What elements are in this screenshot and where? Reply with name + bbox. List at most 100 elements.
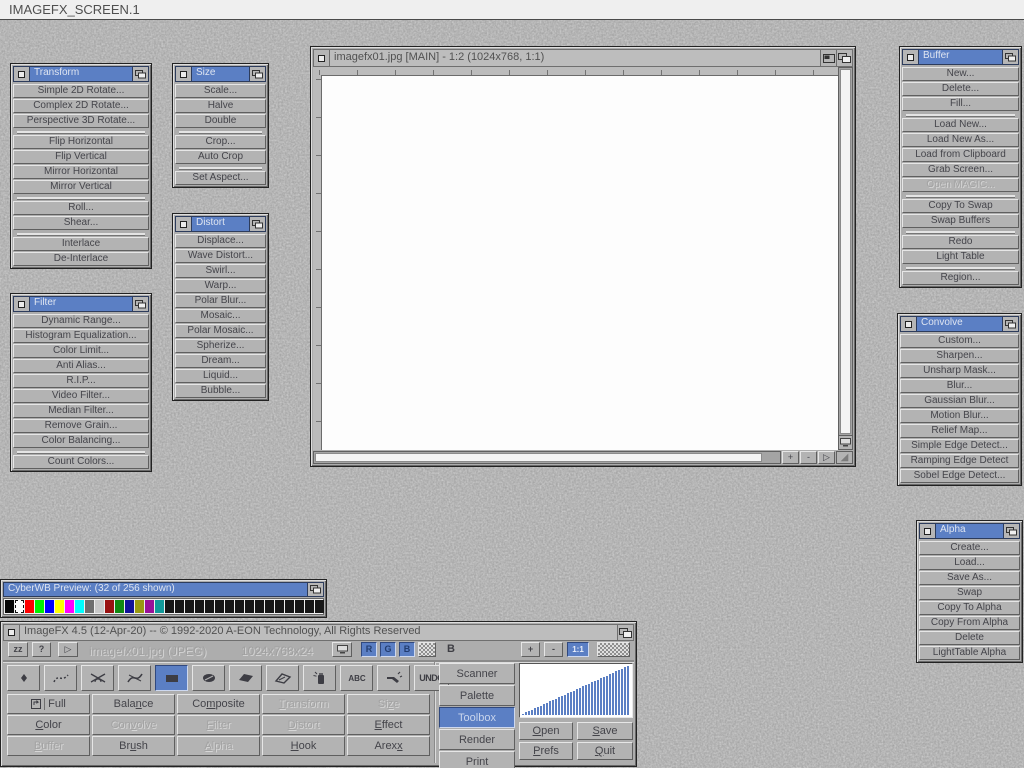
scale-button[interactable]: Scale... bbox=[175, 84, 266, 98]
color-swatch[interactable] bbox=[115, 600, 124, 613]
color-swatch[interactable] bbox=[185, 600, 194, 613]
color-swatch[interactable] bbox=[35, 600, 44, 613]
screen-mode-icon[interactable] bbox=[838, 435, 853, 450]
color-balancing-button[interactable]: Color Balancing... bbox=[13, 434, 149, 448]
sleep-button[interactable]: zz bbox=[8, 642, 28, 657]
depth-gadget-icon[interactable] bbox=[1002, 317, 1018, 331]
copy-to-alpha-button[interactable]: Copy To Alpha bbox=[919, 601, 1020, 615]
depth-gadget-icon[interactable] bbox=[1002, 50, 1018, 64]
wave-distort-button[interactable]: Wave Distort... bbox=[175, 249, 266, 263]
help-button[interactable]: ? bbox=[32, 642, 51, 657]
bubble-button[interactable]: Bubble... bbox=[175, 384, 266, 398]
text-tool-button[interactable]: ABC bbox=[340, 665, 373, 691]
polygon-tool-button[interactable] bbox=[229, 665, 262, 691]
flip-vertical-button[interactable]: Flip Vertical bbox=[13, 150, 149, 164]
close-icon[interactable] bbox=[176, 67, 192, 81]
color-swatch[interactable] bbox=[265, 600, 274, 613]
mosaic-button[interactable]: Mosaic... bbox=[175, 309, 266, 323]
color-swatch[interactable] bbox=[135, 600, 144, 613]
close-icon[interactable] bbox=[920, 524, 936, 538]
transform-titlebar[interactable]: Transform bbox=[13, 66, 149, 82]
zoom-out-button[interactable]: - bbox=[800, 451, 817, 464]
sharpen-button[interactable]: Sharpen... bbox=[900, 349, 1019, 363]
load-new-button[interactable]: Load New... bbox=[902, 118, 1019, 132]
line-tool-button[interactable] bbox=[81, 665, 114, 691]
gradient-ramp[interactable] bbox=[519, 663, 633, 718]
color-swatch[interactable] bbox=[315, 600, 324, 613]
color-swatch[interactable] bbox=[85, 600, 94, 613]
green-channel-toggle[interactable]: G bbox=[380, 642, 396, 657]
alpha-titlebar[interactable]: Alpha bbox=[919, 523, 1020, 539]
flip-horizontal-button[interactable]: Flip Horizontal bbox=[13, 135, 149, 149]
depth-gadget-icon[interactable] bbox=[617, 625, 633, 640]
freehand-tool-button[interactable] bbox=[44, 665, 77, 691]
palette-button[interactable]: Palette bbox=[439, 685, 515, 706]
dream-button[interactable]: Dream... bbox=[175, 354, 266, 368]
color-swatch[interactable] bbox=[245, 600, 254, 613]
close-icon[interactable] bbox=[176, 217, 192, 231]
sobel-edge-detect-button[interactable]: Sobel Edge Detect... bbox=[900, 469, 1019, 483]
de-interlace-button[interactable]: De-Interlace bbox=[13, 252, 149, 266]
effect-button[interactable]: Effect bbox=[347, 715, 430, 735]
mirror-horizontal-button[interactable]: Mirror Horizontal bbox=[13, 165, 149, 179]
polar-blur-button[interactable]: Polar Blur... bbox=[175, 294, 266, 308]
color-swatch[interactable] bbox=[215, 600, 224, 613]
color-swatch[interactable] bbox=[175, 600, 184, 613]
displace-button[interactable]: Displace... bbox=[175, 234, 266, 248]
close-icon[interactable] bbox=[14, 67, 30, 81]
color-swatch[interactable] bbox=[95, 600, 104, 613]
color-swatch[interactable] bbox=[295, 600, 304, 613]
zoom-in-button[interactable]: + bbox=[521, 642, 540, 657]
buffer-titlebar[interactable]: Buffer bbox=[902, 49, 1019, 65]
histogram-equalization-button[interactable]: Histogram Equalization... bbox=[13, 329, 149, 343]
render-button[interactable]: Render bbox=[439, 729, 515, 750]
balance-button[interactable]: Balance bbox=[92, 694, 175, 714]
color-swatch[interactable] bbox=[75, 600, 84, 613]
hook-button[interactable]: Hook bbox=[262, 736, 345, 756]
copy-from-alpha-button[interactable]: Copy From Alpha bbox=[919, 616, 1020, 630]
color-swatch[interactable] bbox=[105, 600, 114, 613]
blur-button[interactable]: Blur... bbox=[900, 379, 1019, 393]
color-swatch[interactable] bbox=[65, 600, 74, 613]
color-swatch[interactable] bbox=[165, 600, 174, 613]
depth-gadget-icon[interactable] bbox=[132, 297, 148, 311]
image-window-titlebar[interactable]: imagefx01.jpg [MAIN] - 1:2 (1024x768, 1:… bbox=[313, 49, 853, 67]
color-swatch[interactable] bbox=[145, 600, 154, 613]
horizontal-scroll-thumb[interactable] bbox=[315, 453, 762, 462]
fill-button[interactable]: Fill... bbox=[902, 97, 1019, 111]
stencil-pattern-button[interactable] bbox=[597, 642, 630, 657]
dither-toggle[interactable] bbox=[418, 642, 436, 657]
delete-button[interactable]: Delete... bbox=[902, 82, 1019, 96]
open-button[interactable]: Open bbox=[519, 722, 573, 740]
convolve-titlebar[interactable]: Convolve bbox=[900, 316, 1019, 332]
prefs-button[interactable]: Prefs bbox=[519, 742, 573, 760]
liquid-button[interactable]: Liquid... bbox=[175, 369, 266, 383]
count-colors-button[interactable]: Count Colors... bbox=[13, 455, 149, 469]
color-swatch[interactable] bbox=[235, 600, 244, 613]
red-channel-toggle[interactable]: R bbox=[361, 642, 377, 657]
color-limit-button[interactable]: Color Limit... bbox=[13, 344, 149, 358]
blue-channel-toggle[interactable]: B bbox=[399, 642, 415, 657]
filter-titlebar[interactable]: Filter bbox=[13, 296, 149, 312]
video-filter-button[interactable]: Video Filter... bbox=[13, 389, 149, 403]
spherize-button[interactable]: Spherize... bbox=[175, 339, 266, 353]
color-swatch[interactable] bbox=[5, 600, 14, 613]
color-swatch[interactable] bbox=[225, 600, 234, 613]
grab-screen-button[interactable]: Grab Screen... bbox=[902, 163, 1019, 177]
depth-gadget-icon[interactable] bbox=[836, 50, 852, 66]
light-table-button[interactable]: Light Table bbox=[902, 250, 1019, 264]
warp-button[interactable]: Warp... bbox=[175, 279, 266, 293]
curve-tool-button[interactable] bbox=[118, 665, 151, 691]
vertical-scroll-thumb[interactable] bbox=[840, 69, 851, 434]
arexx-button[interactable]: Arexx bbox=[347, 736, 430, 756]
copy-to-swap-button[interactable]: Copy To Swap bbox=[902, 199, 1019, 213]
swirl-button[interactable]: Swirl... bbox=[175, 264, 266, 278]
zoom-gadget-icon[interactable] bbox=[820, 50, 836, 66]
resize-corner-icon[interactable]: ◢ bbox=[836, 451, 853, 464]
redo-button[interactable]: Redo bbox=[902, 235, 1019, 249]
palette-titlebar[interactable]: CyberWB Preview: (32 of 256 shown) bbox=[3, 582, 324, 597]
run-macro-button[interactable]: ▷ bbox=[58, 642, 78, 657]
fill-tool-button[interactable] bbox=[303, 665, 336, 691]
point-tool-button[interactable] bbox=[7, 665, 40, 691]
brush-button[interactable]: Brush bbox=[92, 736, 175, 756]
